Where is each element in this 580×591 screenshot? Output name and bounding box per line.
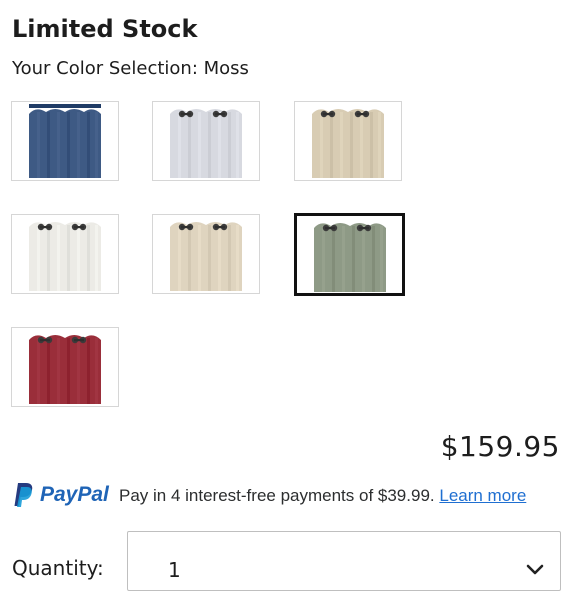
color-selection-text: Your Color Selection: Moss: [12, 58, 249, 79]
color-swatch-beige[interactable]: [294, 101, 402, 181]
curtain-thumbnail-icon: [170, 109, 242, 178]
chevron-down-icon: [526, 564, 544, 575]
color-swatch-light-gray[interactable]: [152, 101, 260, 181]
curtain-thumbnail-icon: [312, 109, 384, 178]
color-swatch-moss[interactable]: [294, 213, 405, 296]
stock-status-title: Limited Stock: [12, 15, 198, 43]
paypal-logo-icon: [14, 483, 33, 507]
paypal-message: Pay in 4 interest-free payments of $39.9…: [119, 486, 526, 506]
color-swatch-linen[interactable]: [152, 214, 260, 294]
learn-more-link[interactable]: Learn more: [439, 486, 526, 505]
paypal-brand-text: PayPal: [40, 483, 109, 506]
paypal-promo: PayPal Pay in 4 interest-free payments o…: [12, 480, 572, 514]
curtain-thumbnail-icon: [313, 222, 386, 292]
color-swatch-red[interactable]: [11, 327, 119, 407]
quantity-select[interactable]: 1: [127, 531, 561, 591]
curtain-thumbnail-icon: [29, 104, 101, 178]
curtain-thumbnail-icon: [29, 222, 101, 291]
color-swatch-navy-blue[interactable]: [11, 101, 119, 181]
paypal-installment-text: Pay in 4 interest-free payments of $39.9…: [119, 486, 435, 505]
curtain-thumbnail-icon: [29, 335, 101, 404]
price: $159.95: [440, 430, 560, 463]
curtain-thumbnail-icon: [170, 222, 242, 291]
quantity-label: Quantity:: [12, 556, 104, 580]
quantity-value: 1: [168, 558, 181, 582]
color-swatch-white[interactable]: [11, 214, 119, 294]
